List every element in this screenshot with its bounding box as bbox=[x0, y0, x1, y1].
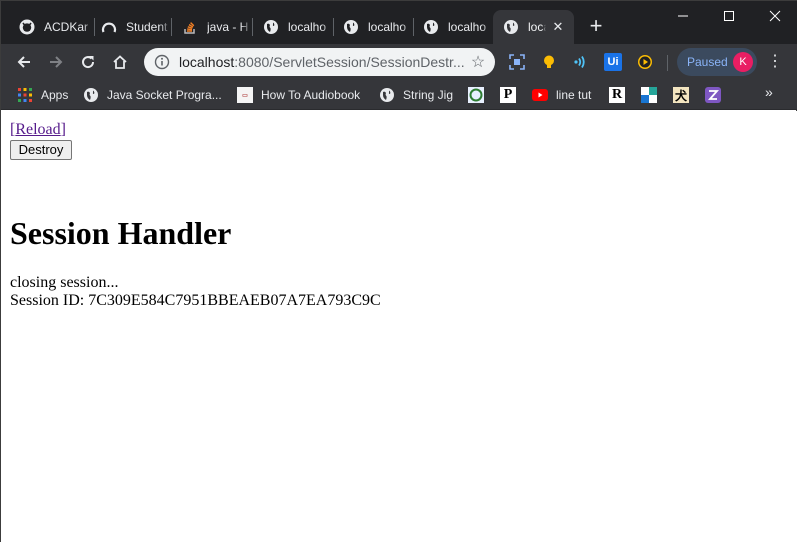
r-bookmark-icon: R bbox=[609, 87, 625, 103]
maximize-icon bbox=[724, 11, 734, 21]
tab-title: java - H bbox=[207, 20, 249, 34]
destroy-button[interactable]: Destroy bbox=[10, 140, 72, 160]
reload-link-wrapper: [Reload] bbox=[10, 121, 66, 139]
profile-status-label: Paused bbox=[687, 55, 728, 69]
bookmark-star-icon[interactable]: ☆ bbox=[467, 52, 489, 72]
bookmark-kanji[interactable]: 犬 bbox=[673, 83, 689, 107]
toolbar-divider bbox=[667, 55, 668, 71]
tab-title: localho bbox=[368, 20, 407, 34]
tab-active-localhost[interactable]: loca ✕ bbox=[493, 10, 574, 44]
session-id-text: Session ID: 7C309E584C7951BBEAEB07A7EA79… bbox=[10, 292, 381, 309]
bookmark-audiobook[interactable]: ▭ How To Audiobook bbox=[237, 83, 360, 107]
bookmark-label: Java Socket Progra... bbox=[107, 88, 222, 102]
info-icon[interactable] bbox=[153, 53, 171, 71]
tab-strip: ACDKar Student java - H localho localho … bbox=[1, 1, 797, 44]
play-extension-icon[interactable] bbox=[636, 53, 654, 71]
reload-button[interactable] bbox=[74, 48, 102, 76]
tab-localhost-1[interactable]: localho bbox=[253, 10, 333, 44]
home-button[interactable] bbox=[106, 48, 134, 76]
tab-title: localho bbox=[288, 20, 327, 34]
bookmark-label: line tut bbox=[556, 88, 592, 102]
bookmark-string-jig[interactable]: String Jig bbox=[379, 83, 453, 107]
wifi-extension-icon[interactable] bbox=[572, 53, 590, 71]
url-host: localhost bbox=[179, 54, 235, 70]
bracket-close: ] bbox=[60, 121, 66, 138]
page-title: Session Handler bbox=[10, 215, 232, 251]
github-icon bbox=[101, 19, 117, 35]
back-arrow-icon bbox=[17, 56, 30, 68]
back-button[interactable] bbox=[10, 48, 38, 76]
tab-java[interactable]: java - H bbox=[172, 10, 252, 44]
tab-close-icon[interactable]: ✕ bbox=[550, 19, 566, 35]
bookmark-label: Apps bbox=[41, 88, 69, 102]
github-icon bbox=[19, 19, 35, 35]
maximize-button[interactable] bbox=[706, 1, 752, 31]
screenshot-extension-icon[interactable] bbox=[508, 53, 526, 71]
menu-kebab-icon[interactable]: ⋮ bbox=[765, 51, 785, 73]
bookmark-line-tut[interactable]: line tut bbox=[532, 83, 591, 107]
bookmark-java-socket[interactable]: Java Socket Progra... bbox=[83, 83, 222, 107]
tab-title: loca bbox=[528, 20, 546, 34]
purple-icon bbox=[705, 87, 721, 103]
bookmark-r[interactable]: R bbox=[609, 83, 625, 107]
circle-bookmark-icon bbox=[468, 87, 484, 103]
blue-square-icon bbox=[641, 87, 657, 103]
bookmarks-overflow-icon[interactable]: » bbox=[765, 84, 773, 100]
tab-localhost-3[interactable]: localho bbox=[413, 10, 493, 44]
home-icon bbox=[113, 55, 127, 69]
reload-icon bbox=[82, 56, 95, 69]
bookmarks-bar: Apps Java Socket Progra... ▭ How To Audi… bbox=[1, 80, 797, 110]
kanji-icon: 犬 bbox=[673, 87, 689, 103]
bookmark-label: String Jig bbox=[403, 88, 454, 102]
lightbulb-extension-icon[interactable] bbox=[540, 53, 558, 71]
profile-button[interactable]: Paused K bbox=[677, 48, 757, 76]
avatar: K bbox=[733, 52, 753, 72]
bookmark-apps[interactable]: Apps bbox=[17, 83, 68, 107]
forward-button[interactable] bbox=[42, 48, 70, 76]
tab-title: ACDKar bbox=[44, 20, 89, 34]
globe-icon bbox=[263, 19, 279, 35]
status-text: closing session... bbox=[10, 274, 119, 291]
bookmark-label: How To Audiobook bbox=[261, 88, 361, 102]
minimize-button[interactable] bbox=[660, 1, 706, 31]
page-content: [Reload] Destroy Session Handler closing… bbox=[1, 111, 797, 542]
audiobook-icon: ▭ bbox=[237, 87, 253, 103]
tab-title: localho bbox=[448, 20, 487, 34]
close-window-button[interactable] bbox=[752, 1, 797, 31]
new-tab-button[interactable]: + bbox=[585, 15, 607, 38]
bookmark-p[interactable]: P bbox=[500, 83, 516, 107]
browser-window: ACDKar Student java - H localho localho … bbox=[0, 0, 797, 542]
url-path: :8080/ServletSession/SessionDestr... bbox=[234, 54, 465, 70]
address-bar[interactable]: localhost:8080/ServletSession/SessionDes… bbox=[144, 48, 495, 76]
globe-icon bbox=[423, 19, 439, 35]
globe-icon bbox=[503, 19, 519, 35]
tab-localhost-2[interactable]: localho bbox=[333, 10, 413, 44]
tab-acdkar[interactable]: ACDKar bbox=[9, 10, 95, 44]
url-text: localhost:8080/ServletSession/SessionDes… bbox=[179, 54, 467, 70]
globe-icon bbox=[343, 19, 359, 35]
reload-link[interactable]: Reload bbox=[15, 121, 60, 138]
p-bookmark-icon: P bbox=[500, 87, 516, 103]
globe-icon bbox=[83, 87, 99, 103]
forward-arrow-icon bbox=[50, 56, 63, 68]
apps-grid-icon bbox=[17, 87, 33, 103]
globe-icon bbox=[379, 87, 395, 103]
bookmark-blue-square[interactable] bbox=[641, 83, 657, 107]
youtube-icon bbox=[532, 87, 548, 103]
minimize-icon bbox=[678, 15, 688, 17]
tab-student[interactable]: Student bbox=[91, 10, 171, 44]
bookmark-purple[interactable] bbox=[705, 83, 721, 107]
close-icon bbox=[769, 10, 781, 22]
tab-title: Student bbox=[126, 20, 168, 34]
bookmark-circle[interactable] bbox=[468, 83, 484, 107]
stackoverflow-icon bbox=[182, 19, 198, 35]
ui-extension-icon[interactable]: Ui bbox=[604, 53, 622, 71]
